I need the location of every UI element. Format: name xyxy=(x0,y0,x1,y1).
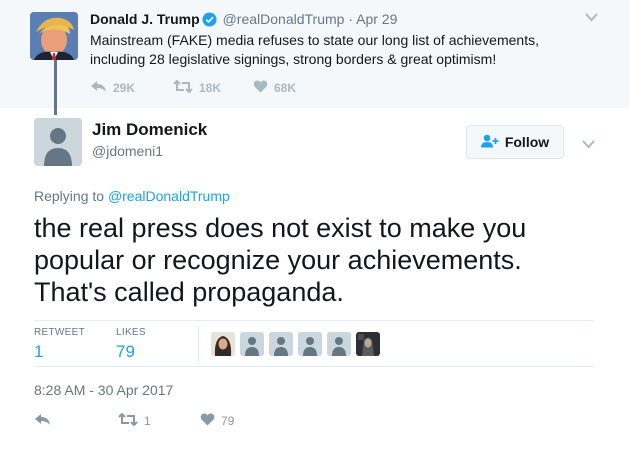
follow-button[interactable]: Follow xyxy=(466,125,564,159)
parent-retweet-button[interactable]: 18K xyxy=(173,79,222,96)
reply-button[interactable] xyxy=(34,413,51,429)
replying-to-link[interactable]: @realDonaldTrump xyxy=(108,188,230,204)
parent-author-handle[interactable]: @realDonaldTrump xyxy=(223,11,345,27)
parent-author-avatar[interactable] xyxy=(30,12,78,60)
likers-avatars xyxy=(211,332,380,356)
parent-reply-button[interactable]: 29K xyxy=(90,80,135,96)
add-user-icon xyxy=(480,134,499,151)
parent-tweet-text: Mainstream (FAKE) media refuses to state… xyxy=(90,32,539,67)
thread-connector xyxy=(54,60,57,115)
chevron-down-icon[interactable] xyxy=(582,137,595,152)
likes-label[interactable]: LIKES xyxy=(116,327,146,338)
replying-to: Replying to @realDonaldTrump xyxy=(34,188,230,204)
parent-reply-count: 29K xyxy=(113,81,136,95)
liker-avatar[interactable] xyxy=(327,332,351,356)
stats-separator xyxy=(198,326,199,364)
likes-value[interactable]: 79 xyxy=(116,342,135,362)
retweet-count: 1 xyxy=(144,414,151,428)
parent-tweet-header: Donald J. Trump @realDonaldTrump · Apr 2… xyxy=(90,11,397,30)
like-count: 79 xyxy=(221,414,235,428)
reply-icon xyxy=(90,80,107,96)
parent-tweet-date[interactable]: Apr 29 xyxy=(356,11,397,27)
liker-avatar[interactable] xyxy=(269,332,293,356)
replying-to-prefix: Replying to xyxy=(34,188,105,204)
main-author-avatar[interactable] xyxy=(34,118,82,166)
like-button[interactable]: 79 xyxy=(200,413,234,429)
liker-avatar[interactable] xyxy=(356,332,380,356)
heart-icon xyxy=(253,80,268,96)
follow-button-label: Follow xyxy=(504,134,550,150)
main-author-name[interactable]: Jim Domenick xyxy=(92,120,207,140)
tweet-timestamp[interactable]: 8:28 AM - 30 Apr 2017 xyxy=(34,382,173,398)
heart-icon xyxy=(200,413,215,429)
parent-like-button[interactable]: 68K xyxy=(253,80,296,96)
main-tweet-text: the real press does not exist to make yo… xyxy=(34,213,527,307)
parent-like-count: 68K xyxy=(274,81,297,95)
retweet-icon xyxy=(118,412,138,429)
liker-avatar[interactable] xyxy=(240,332,264,356)
retweets-value[interactable]: 1 xyxy=(34,342,43,362)
parent-separator: · xyxy=(348,11,353,27)
verified-badge-icon xyxy=(202,12,217,30)
retweet-button[interactable]: 1 xyxy=(118,412,151,429)
main-author-handle[interactable]: @jdomeni1 xyxy=(92,143,163,159)
parent-retweet-count: 18K xyxy=(199,81,222,95)
stats-divider-bottom xyxy=(34,366,594,367)
stats-divider-top xyxy=(34,320,594,321)
parent-author-name[interactable]: Donald J. Trump xyxy=(90,11,200,27)
reply-icon xyxy=(34,413,51,429)
chevron-down-icon[interactable] xyxy=(585,10,598,25)
retweet-icon xyxy=(173,79,193,96)
retweets-label[interactable]: RETWEET xyxy=(34,327,85,338)
liker-avatar[interactable] xyxy=(298,332,322,356)
liker-avatar[interactable] xyxy=(211,332,235,356)
parent-tweet[interactable]: Donald J. Trump @realDonaldTrump · Apr 2… xyxy=(0,0,629,108)
